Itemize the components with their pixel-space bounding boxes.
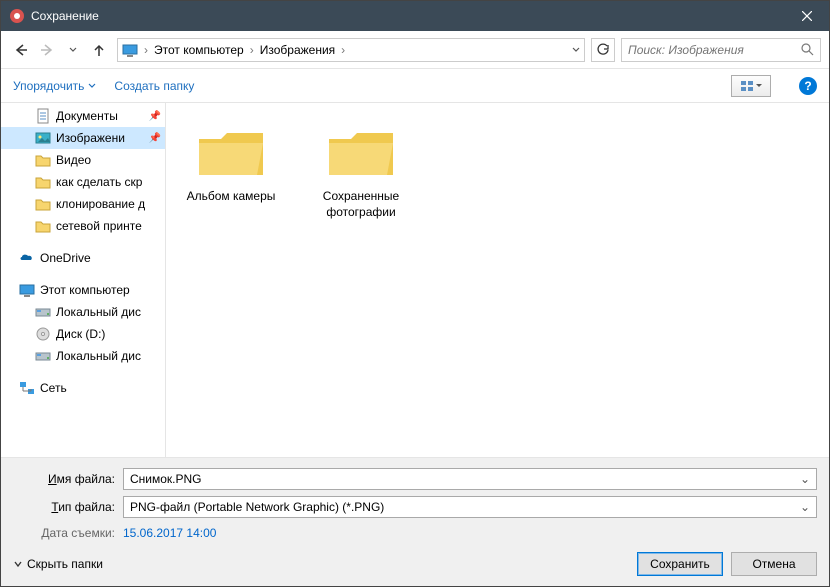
- pc-icon: [19, 282, 35, 298]
- organize-button[interactable]: Упорядочить: [13, 79, 96, 93]
- navbar: › Этот компьютер › Изображения ›: [1, 31, 829, 69]
- close-icon: [802, 11, 812, 21]
- chevron-down-icon[interactable]: ⌄: [800, 472, 810, 486]
- content-area[interactable]: Альбом камеры Сохраненные фотографии: [166, 103, 829, 457]
- pin-icon: 📌: [149, 133, 165, 144]
- sidebar-item-label: Диск (D:): [56, 327, 105, 341]
- folder-icon: [325, 125, 397, 183]
- back-button[interactable]: [9, 38, 33, 62]
- date-value[interactable]: 15.06.2017 14:00: [123, 526, 216, 540]
- date-label: Дата съемки:: [13, 526, 123, 540]
- sidebar-item[interactable]: Видео: [1, 149, 165, 171]
- toolbar: Упорядочить Создать папку ?: [1, 69, 829, 103]
- disk-icon: [35, 348, 51, 364]
- sidebar-item-label: сетевой принте: [56, 219, 142, 233]
- sidebar-item[interactable]: Изображени 📌: [1, 127, 165, 149]
- sidebar-item[interactable]: Диск (D:): [1, 323, 165, 345]
- forward-button[interactable]: [35, 38, 59, 62]
- cd-icon: [35, 326, 51, 342]
- disk-icon: [35, 304, 51, 320]
- arrow-right-icon: [40, 43, 54, 57]
- search-box[interactable]: [621, 38, 821, 62]
- arrow-left-icon: [14, 43, 28, 57]
- sidebar-item[interactable]: Локальный дис: [1, 301, 165, 323]
- folder-item[interactable]: Сохраненные фотографии: [306, 121, 416, 224]
- titlebar: Сохранение: [1, 1, 829, 31]
- sidebar-item-label: Локальный дис: [56, 305, 141, 319]
- sidebar-item[interactable]: сетевой принте: [1, 215, 165, 237]
- folder-item[interactable]: Альбом камеры: [176, 121, 286, 209]
- network-icon: [19, 380, 35, 396]
- sidebar-item[interactable]: Документы 📌: [1, 105, 165, 127]
- sidebar-item-label: как сделать скр: [56, 175, 142, 189]
- doc-icon: [35, 108, 51, 124]
- breadcrumb-item[interactable]: Этот компьютер: [150, 43, 248, 57]
- help-button[interactable]: ?: [799, 77, 817, 95]
- filetype-select[interactable]: PNG-файл (Portable Network Graphic) (*.P…: [123, 496, 817, 518]
- new-folder-button[interactable]: Создать папку: [114, 79, 194, 93]
- folder-icon: [35, 174, 51, 190]
- chevron-down-icon: [69, 46, 77, 54]
- breadcrumb[interactable]: › Этот компьютер › Изображения ›: [117, 38, 585, 62]
- sidebar-item-label: Изображени: [56, 131, 125, 145]
- pin-icon: 📌: [149, 111, 165, 122]
- chevron-down-icon: [13, 559, 23, 569]
- view-options-button[interactable]: [731, 75, 771, 97]
- sidebar-item[interactable]: Локальный дис: [1, 345, 165, 367]
- breadcrumb-sep: ›: [339, 43, 347, 57]
- sidebar-item[interactable]: как сделать скр: [1, 171, 165, 193]
- chevron-down-icon: [88, 83, 96, 89]
- search-input[interactable]: [628, 43, 801, 57]
- onedrive-icon: [19, 250, 35, 266]
- filetype-label: Тип файла:: [13, 500, 123, 514]
- sidebar: Документы 📌 Изображени 📌 Видео как сделать ск…: [1, 103, 166, 457]
- search-icon[interactable]: [801, 43, 814, 56]
- refresh-button[interactable]: [591, 38, 615, 62]
- sidebar-item-label: клонирование д: [56, 197, 145, 211]
- save-button[interactable]: Сохранить: [637, 552, 723, 576]
- hide-folders-button[interactable]: Скрыть папки: [13, 557, 103, 571]
- sidebar-item[interactable]: клонирование д: [1, 193, 165, 215]
- img-icon: [35, 130, 51, 146]
- view-icon: [740, 80, 754, 92]
- breadcrumb-item[interactable]: Изображения: [256, 43, 339, 57]
- folder-icon: [35, 196, 51, 212]
- chevron-down-icon: [756, 84, 762, 88]
- sidebar-item-label: Видео: [56, 153, 91, 167]
- folder-icon: [195, 125, 267, 183]
- sidebar-onedrive[interactable]: OneDrive: [1, 247, 165, 269]
- up-button[interactable]: [87, 38, 111, 62]
- folder-label: Сохраненные фотографии: [310, 189, 412, 220]
- arrow-up-icon: [92, 43, 106, 57]
- app-icon: [9, 8, 25, 24]
- recent-dropdown[interactable]: [61, 38, 85, 62]
- pc-icon: [122, 42, 138, 58]
- refresh-icon: [596, 43, 610, 57]
- filename-label: Имя файла:: [13, 472, 123, 486]
- sidebar-this-pc[interactable]: Этот компьютер: [1, 279, 165, 301]
- sidebar-item-label: Документы: [56, 109, 118, 123]
- close-button[interactable]: [784, 1, 829, 31]
- folder-label: Альбом камеры: [187, 189, 276, 205]
- window-title: Сохранение: [31, 9, 99, 23]
- chevron-down-icon[interactable]: ⌄: [800, 500, 810, 514]
- cancel-button[interactable]: Отмена: [731, 552, 817, 576]
- folder-icon: [35, 218, 51, 234]
- sidebar-item-label: Локальный дис: [56, 349, 141, 363]
- sidebar-network[interactable]: Сеть: [1, 377, 165, 399]
- footer: Имя файла: Снимок.PNG ⌄ Тип файла: PNG-ф…: [1, 457, 829, 586]
- chevron-down-icon: [572, 46, 580, 54]
- breadcrumb-dropdown[interactable]: [572, 46, 580, 54]
- folder-icon: [35, 152, 51, 168]
- filename-input[interactable]: Снимок.PNG ⌄: [123, 468, 817, 490]
- breadcrumb-sep: ›: [142, 43, 150, 57]
- breadcrumb-sep: ›: [248, 43, 256, 57]
